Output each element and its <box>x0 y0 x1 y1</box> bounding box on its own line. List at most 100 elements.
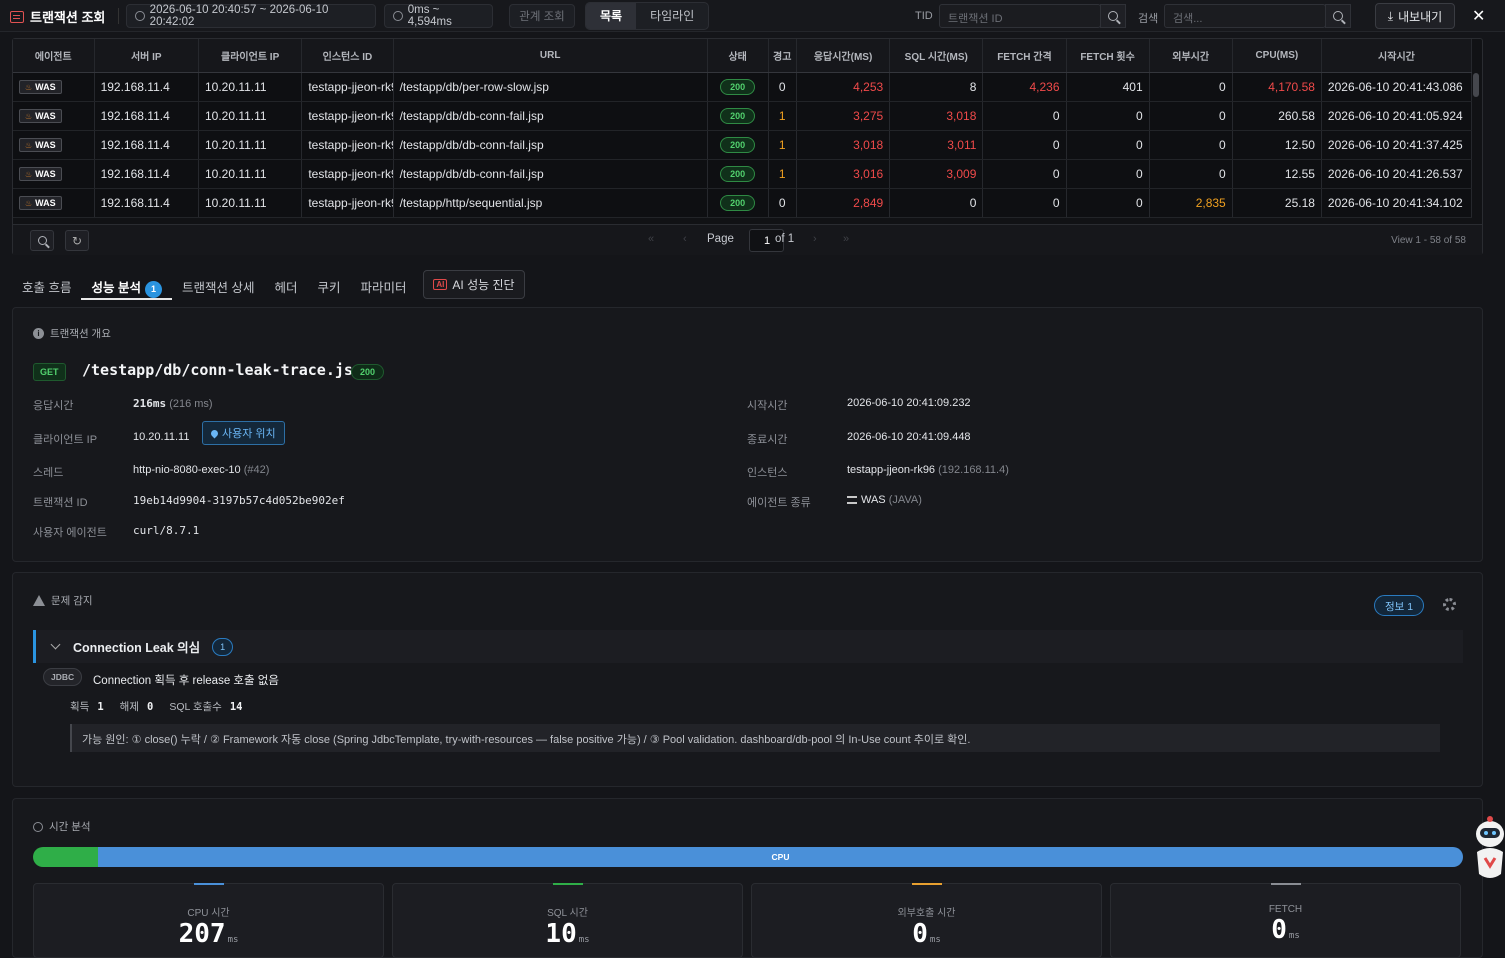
table-row[interactable]: ♨ WAS 192.168.11.4 10.20.11.11 testapp-jjeon… <box>13 130 1473 160</box>
assistant-robot-icon[interactable] <box>1465 812 1505 882</box>
cell-cpu: 260.58 <box>1232 101 1322 131</box>
related-query-button[interactable]: 관계 조회 <box>509 4 575 28</box>
cell-sql: 3,018 <box>889 101 984 131</box>
tid-search-button[interactable] <box>1100 4 1126 28</box>
cell-ext: 0 <box>1149 101 1233 131</box>
cell-instance: testapp-jjeon-rk96 <box>301 72 394 102</box>
view-toggle: 목록 타임라인 <box>585 2 710 30</box>
cell-sql: 0 <box>889 188 984 218</box>
instance-label: 인스턴스 <box>747 467 788 479</box>
cell-resp: 3,018 <box>796 130 891 160</box>
cell-fetch-gap: 0 <box>982 188 1067 218</box>
prev-page-icon[interactable]: ‹ <box>683 233 687 245</box>
cell-client-ip: 10.20.11.11 <box>198 72 303 102</box>
resp-value: 216ms (216 ms) <box>133 397 213 410</box>
transaction-table: 에이전트 서버 IP 클라이언트 IP 인스턴스 ID URL 상태 경고 응답시간(MS) S… <box>12 38 1483 255</box>
search-input[interactable]: 검색... <box>1164 4 1326 28</box>
download-icon: ⤓ <box>1387 8 1394 23</box>
end-label: 종료시간 <box>747 434 788 446</box>
table-row[interactable]: ♨ WAS 192.168.11.4 10.20.11.11 testapp-jjeon… <box>13 159 1473 189</box>
column-header[interactable]: 서버 IP <box>94 39 199 73</box>
search-icon <box>37 236 47 245</box>
refresh-button[interactable]: ↻ <box>65 230 89 251</box>
detection-stats: 획득 1 해제 0 SQL 호출수 14 <box>70 699 243 714</box>
pager: ↻ « ‹ Page 1 of 1 › » View 1 - 58 of 58 <box>13 224 1482 255</box>
view-info: View 1 - 58 of 58 <box>1391 235 1466 246</box>
column-header[interactable]: 인스턴스 ID <box>301 39 394 73</box>
tab-param[interactable]: 파라미터 <box>350 268 416 300</box>
status-badge: 200 <box>720 194 756 211</box>
client-ip-label: 클라이언트 IP <box>33 434 98 446</box>
ai-diagnosis-button[interactable]: AI AI 성능 진단 <box>423 270 525 299</box>
status-badge: 200 <box>720 165 756 182</box>
table-header: 에이전트 서버 IP 클라이언트 IP 인스턴스 ID URL 상태 경고 응답시간(MS) S… <box>13 39 1473 73</box>
cell-fetch-cnt: 0 <box>1066 101 1150 131</box>
export-button[interactable]: ⤓ 내보내기 <box>1375 3 1455 29</box>
list-icon <box>10 10 24 23</box>
column-header[interactable]: 경고 <box>768 39 797 73</box>
column-header[interactable]: FETCH 간격 <box>982 39 1067 73</box>
tab-tx-detail[interactable]: 트랜잭션 상세 <box>172 268 264 300</box>
cell-resp: 3,275 <box>796 101 891 131</box>
server-icon <box>847 496 857 505</box>
column-header[interactable]: URL <box>393 39 708 73</box>
column-header[interactable]: SQL 시간(MS) <box>889 39 984 73</box>
close-icon[interactable]: ✕ <box>1472 6 1485 26</box>
tab-call-flow[interactable]: 호출 흐름 <box>12 268 81 300</box>
time-range-picker[interactable]: 2026-06-10 20:40:57 ~ 2026-06-10 20:42:0… <box>126 4 376 28</box>
tab-badge: 1 <box>144 281 162 298</box>
table-row[interactable]: ♨ WAS 192.168.11.4 10.20.11.11 testapp-jjeon… <box>13 101 1473 131</box>
status-badge: 200 <box>351 364 385 380</box>
search-icon <box>1333 11 1343 21</box>
cell-start: 2026-06-10 20:41:34.102 <box>1321 188 1473 218</box>
gear-icon[interactable] <box>1443 598 1456 611</box>
column-header[interactable]: 응답시간(MS) <box>796 39 891 73</box>
ua-label: 사용자 에이전트 <box>33 527 107 539</box>
table-scrollbar[interactable] <box>1473 73 1479 97</box>
tab-header[interactable]: 헤더 <box>264 268 307 300</box>
view-timeline-button[interactable]: 타임라인 <box>636 3 708 29</box>
sql-segment <box>33 847 98 867</box>
problem-detection-panel: 문제 감지 정보 1 Connection Leak 의심 1 JDBC Con… <box>12 572 1483 787</box>
detail-tabs: 호출 흐름 성능 분석 1 트랜잭션 상세 헤더 쿠키 파라미터 <box>12 268 417 300</box>
view-list-button[interactable]: 목록 <box>586 3 637 29</box>
ai-icon: AI <box>433 279 448 290</box>
timer-icon <box>393 11 403 21</box>
cell-cpu: 4,170.58 <box>1232 72 1322 102</box>
latency-range-filter[interactable]: 0ms ~ 4,594ms <box>384 4 493 28</box>
search-button[interactable] <box>1325 4 1351 28</box>
first-page-icon[interactable]: « <box>648 233 654 245</box>
user-location-button[interactable]: 사용자 위치 <box>202 421 285 445</box>
column-header[interactable]: 외부시간 <box>1149 39 1233 73</box>
divider <box>118 8 119 24</box>
tid-input[interactable]: 트랜잭션 ID <box>939 4 1101 28</box>
cell-url: /testapp/db/db-conn-fail.jsp <box>393 101 708 131</box>
column-header[interactable]: FETCH 횟수 <box>1066 39 1150 73</box>
column-header[interactable]: 상태 <box>707 39 769 73</box>
column-header[interactable]: 에이전트 <box>13 39 95 73</box>
tab-perf-analysis[interactable]: 성능 분석 1 <box>81 268 172 300</box>
column-header[interactable]: 클라이언트 IP <box>198 39 303 73</box>
tab-cookie[interactable]: 쿠키 <box>307 268 350 300</box>
overview-panel: i 트랜잭션 개요 GET /testapp/db/conn-leak-trac… <box>12 307 1483 562</box>
table-row[interactable]: ♨ WAS 192.168.11.4 10.20.11.11 testapp-jjeon… <box>13 72 1473 102</box>
cell-url: /testapp/db/db-conn-fail.jsp <box>393 159 708 189</box>
column-header[interactable]: 시작시간 <box>1321 39 1473 73</box>
detection-item-header[interactable]: Connection Leak 의심 1 <box>33 630 1463 663</box>
jdbc-tag: JDBC <box>43 668 83 686</box>
column-header[interactable]: CPU(MS) <box>1232 39 1322 73</box>
info-count-badge[interactable]: 정보 1 <box>1374 595 1425 616</box>
cell-fetch-gap: 0 <box>982 159 1067 189</box>
cell-warn: 0 <box>768 72 797 102</box>
next-page-icon[interactable]: › <box>813 233 817 245</box>
refresh-icon: ↻ <box>71 233 83 248</box>
last-page-icon[interactable]: » <box>843 233 849 245</box>
top-bar: 트랜잭션 조회 2026-06-10 20:40:57 ~ 2026-06-10… <box>0 0 1505 32</box>
search-toggle-button[interactable] <box>30 230 54 251</box>
fetch-time-card: FETCH 0 ms <box>1110 883 1461 958</box>
release-stat: 해제 0 <box>119 701 154 713</box>
clock-icon <box>33 821 43 832</box>
java-icon: ♨ <box>25 169 33 179</box>
table-row[interactable]: ♨ WAS 192.168.11.4 10.20.11.11 testapp-jjeon… <box>13 188 1473 218</box>
instance-value: testapp-jjeon-rk96 (192.168.11.4) <box>847 464 1009 476</box>
